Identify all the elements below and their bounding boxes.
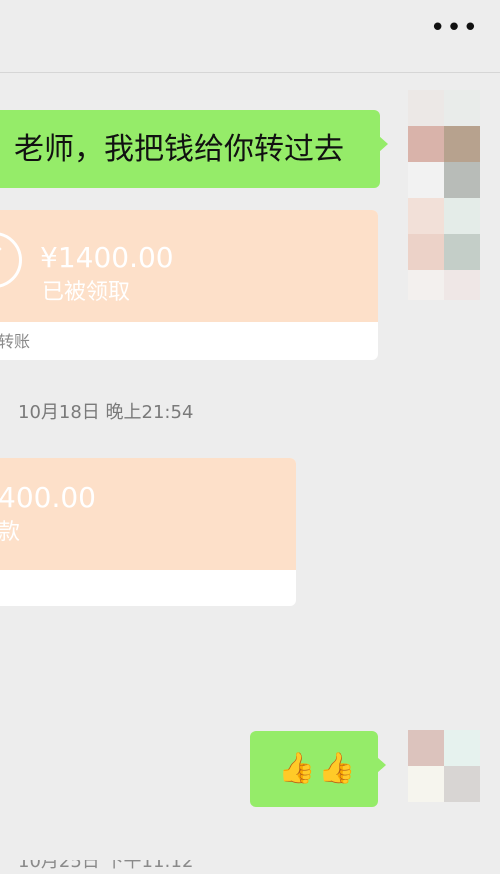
message-bubble-text[interactable]: 老师，我把钱给你转过去: [0, 110, 388, 188]
bubble-tail: [377, 757, 386, 773]
more-dots-icon[interactable]: •••: [430, 15, 478, 41]
transfer-card-header: [0, 458, 296, 570]
thumbs-up-emoji: 👍: [278, 751, 316, 786]
transfer-status: 已被领取: [42, 280, 131, 305]
transfer-amount: 400.00: [0, 481, 96, 514]
message-bubble-emoji[interactable]: 👍 👍: [250, 731, 386, 807]
transfer-card[interactable]: 400.00 款: [0, 458, 296, 606]
top-bar: •••: [0, 0, 500, 73]
transfer-card[interactable]: ¥1400.00 已被领取 转账: [0, 210, 378, 360]
avatar[interactable]: [408, 730, 480, 802]
message-text: 老师，我把钱给你转过去: [14, 132, 344, 167]
transfer-status: 款: [0, 520, 21, 545]
chat-timestamp: 10月25日 下午11:12: [18, 860, 194, 872]
transfer-label: 转账: [0, 332, 31, 351]
avatar[interactable]: [408, 90, 480, 300]
bubble-tail: [379, 136, 388, 152]
transfer-amount: ¥1400.00: [40, 241, 174, 274]
thumbs-up-emoji: 👍: [318, 751, 356, 786]
